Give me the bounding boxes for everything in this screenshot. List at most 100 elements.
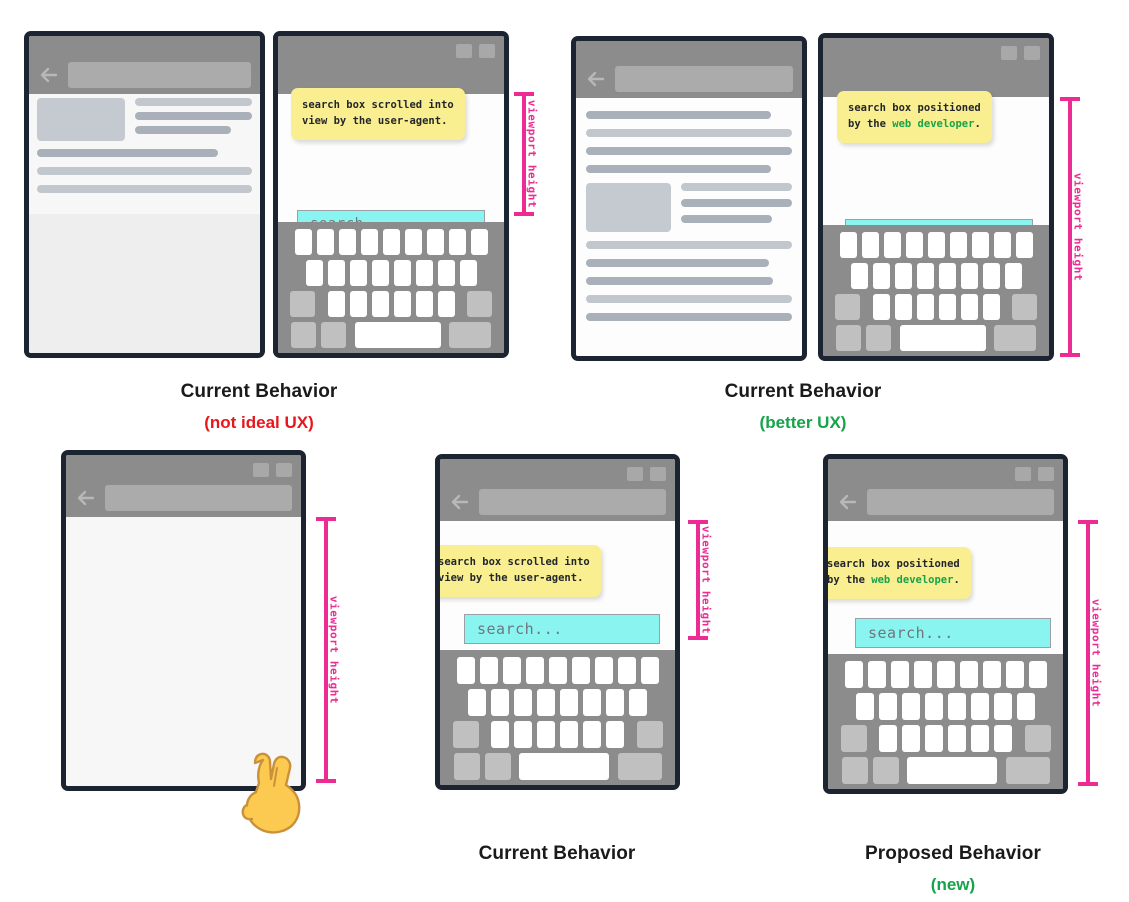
window-button-2[interactable] bbox=[276, 463, 292, 477]
key[interactable] bbox=[902, 693, 920, 720]
enter-key[interactable] bbox=[994, 325, 1036, 351]
key[interactable] bbox=[993, 232, 1011, 258]
key[interactable] bbox=[491, 721, 509, 748]
key[interactable] bbox=[459, 260, 477, 286]
key[interactable] bbox=[382, 229, 400, 255]
key[interactable] bbox=[971, 693, 989, 720]
symbols-key[interactable] bbox=[291, 322, 316, 348]
key[interactable] bbox=[338, 229, 356, 255]
key[interactable] bbox=[1028, 661, 1047, 688]
key[interactable] bbox=[890, 661, 909, 688]
key[interactable] bbox=[502, 657, 521, 684]
window-button-1[interactable] bbox=[1001, 46, 1017, 60]
key[interactable] bbox=[971, 725, 989, 752]
key[interactable] bbox=[415, 260, 433, 286]
key[interactable] bbox=[560, 689, 578, 716]
key[interactable] bbox=[844, 661, 863, 688]
key[interactable] bbox=[594, 657, 613, 684]
virtual-keyboard[interactable] bbox=[828, 654, 1063, 789]
key[interactable] bbox=[916, 294, 934, 320]
key[interactable] bbox=[349, 260, 367, 286]
key[interactable] bbox=[879, 693, 897, 720]
key[interactable] bbox=[982, 263, 1000, 289]
enter-key[interactable] bbox=[1005, 757, 1050, 784]
key[interactable] bbox=[437, 260, 455, 286]
backspace-key[interactable] bbox=[636, 721, 663, 748]
key[interactable] bbox=[560, 721, 578, 748]
key[interactable] bbox=[994, 725, 1012, 752]
url-bar[interactable] bbox=[105, 485, 292, 511]
key[interactable] bbox=[640, 657, 659, 684]
key[interactable] bbox=[861, 232, 879, 258]
window-controls[interactable] bbox=[1015, 467, 1054, 481]
key[interactable] bbox=[902, 725, 920, 752]
key[interactable] bbox=[894, 294, 912, 320]
key[interactable] bbox=[872, 294, 890, 320]
emoji-key[interactable] bbox=[321, 322, 346, 348]
key[interactable] bbox=[583, 689, 601, 716]
shift-key[interactable] bbox=[290, 291, 315, 317]
key[interactable] bbox=[404, 229, 422, 255]
key[interactable] bbox=[959, 661, 978, 688]
window-button-1[interactable] bbox=[1015, 467, 1031, 481]
key[interactable] bbox=[371, 260, 389, 286]
key[interactable] bbox=[393, 291, 411, 317]
key[interactable] bbox=[470, 229, 488, 255]
back-arrow-icon[interactable] bbox=[449, 491, 473, 513]
back-arrow-icon[interactable] bbox=[837, 491, 861, 513]
key[interactable] bbox=[437, 291, 455, 317]
key[interactable] bbox=[456, 657, 475, 684]
key[interactable] bbox=[925, 693, 943, 720]
key[interactable] bbox=[393, 260, 411, 286]
space-key[interactable] bbox=[899, 325, 986, 351]
key[interactable] bbox=[479, 657, 498, 684]
key[interactable] bbox=[327, 260, 345, 286]
key[interactable] bbox=[850, 263, 868, 289]
key[interactable] bbox=[371, 291, 389, 317]
key[interactable] bbox=[913, 661, 932, 688]
key[interactable] bbox=[916, 263, 934, 289]
window-button-2[interactable] bbox=[1038, 467, 1054, 481]
key[interactable] bbox=[948, 725, 966, 752]
key[interactable] bbox=[839, 232, 857, 258]
window-controls[interactable] bbox=[627, 467, 666, 481]
search-input[interactable]: search... bbox=[464, 614, 660, 644]
key[interactable] bbox=[426, 229, 444, 255]
window-button-1[interactable] bbox=[253, 463, 269, 477]
window-controls[interactable] bbox=[253, 463, 292, 477]
space-key[interactable] bbox=[907, 757, 997, 784]
key[interactable] bbox=[894, 263, 912, 289]
symbols-key[interactable] bbox=[841, 757, 868, 784]
key[interactable] bbox=[971, 232, 989, 258]
url-bar[interactable] bbox=[615, 66, 793, 92]
key[interactable] bbox=[960, 263, 978, 289]
key[interactable] bbox=[936, 661, 955, 688]
url-bar[interactable] bbox=[867, 489, 1054, 515]
key[interactable] bbox=[994, 693, 1012, 720]
window-controls[interactable] bbox=[456, 44, 495, 58]
key[interactable] bbox=[606, 689, 624, 716]
window-button-1[interactable] bbox=[456, 44, 472, 58]
key[interactable] bbox=[1017, 693, 1035, 720]
symbols-key[interactable] bbox=[453, 753, 480, 780]
key[interactable] bbox=[960, 294, 978, 320]
key[interactable] bbox=[415, 291, 433, 317]
key[interactable] bbox=[316, 229, 334, 255]
key[interactable] bbox=[1015, 232, 1033, 258]
key[interactable] bbox=[583, 721, 601, 748]
key[interactable] bbox=[938, 263, 956, 289]
key[interactable] bbox=[938, 294, 956, 320]
back-arrow-icon[interactable] bbox=[585, 68, 609, 90]
space-key[interactable] bbox=[519, 753, 609, 780]
key[interactable] bbox=[982, 294, 1000, 320]
key[interactable] bbox=[925, 725, 943, 752]
key[interactable] bbox=[491, 689, 509, 716]
key[interactable] bbox=[537, 689, 555, 716]
space-key[interactable] bbox=[354, 322, 441, 348]
key[interactable] bbox=[856, 693, 874, 720]
shift-key[interactable] bbox=[452, 721, 479, 748]
back-arrow-icon[interactable] bbox=[75, 487, 99, 509]
url-bar[interactable] bbox=[68, 62, 251, 88]
window-button-1[interactable] bbox=[627, 467, 643, 481]
key[interactable] bbox=[606, 721, 624, 748]
